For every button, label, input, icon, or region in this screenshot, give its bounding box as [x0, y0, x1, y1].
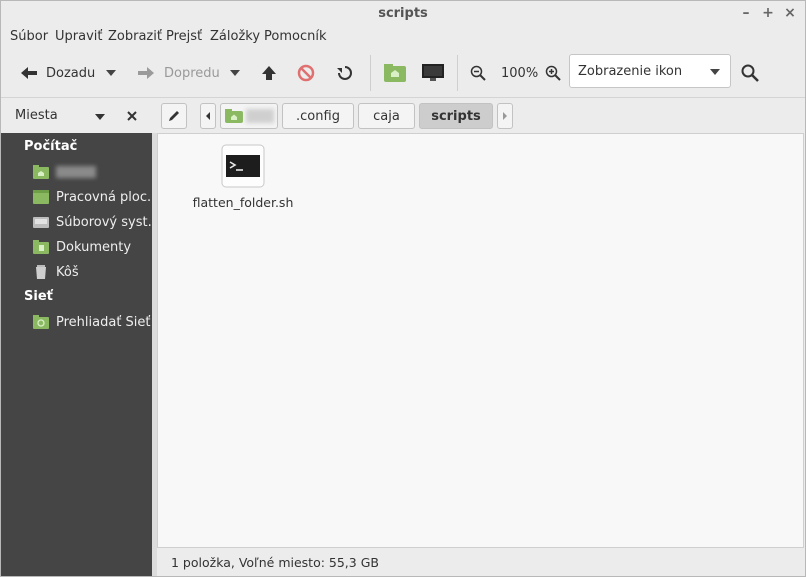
back-arrow-icon	[21, 67, 37, 79]
zoom-out-icon	[470, 65, 486, 81]
computer-button[interactable]	[421, 49, 445, 97]
zoom-out-button[interactable]	[470, 49, 486, 97]
sidebar-item-label: Dokumenty	[56, 239, 132, 255]
title-bar[interactable]: scripts – + ×	[1, 1, 805, 27]
status-text: 1 položka, Voľné miesto: 55,3 GB	[171, 555, 379, 570]
menu-bookmarks[interactable]: Záložky	[210, 29, 260, 44]
reload-button[interactable]	[336, 49, 354, 97]
chevron-down-icon	[710, 69, 720, 75]
view-mode-value: Zobrazenie ikon	[578, 64, 683, 79]
forward-arrow-icon	[138, 67, 154, 79]
menu-help[interactable]: Pomocník	[264, 29, 326, 44]
trash-icon	[36, 265, 46, 279]
home-folder-icon	[225, 109, 243, 123]
sidebar-item-trash[interactable]: Kôš	[33, 262, 151, 282]
back-button[interactable]: Dozadu	[19, 49, 95, 97]
up-button[interactable]	[261, 49, 277, 97]
back-label: Dozadu	[46, 65, 96, 81]
stop-icon	[297, 64, 315, 82]
sidebar-section-computer: Počítač	[24, 139, 78, 154]
toolbar: Dozadu Dopredu 100% Zobrazenie ikon	[1, 49, 805, 97]
home-folder-icon	[384, 64, 406, 82]
sidebar-item-label: Súborový syst...	[56, 214, 151, 230]
close-icon[interactable]: ×	[781, 4, 799, 22]
file-manager-window: scripts – + × Súbor Upraviť Zobraziť Pre…	[0, 0, 806, 577]
sidebar-item-label: Prehliadať Sieť	[56, 314, 151, 330]
window-title: scripts	[378, 6, 428, 21]
crumb-scripts[interactable]: scripts	[419, 103, 493, 129]
zoom-in-button[interactable]	[545, 49, 561, 97]
menu-edit[interactable]: Upraviť	[55, 29, 102, 44]
crumb-caja[interactable]: caja	[358, 103, 415, 129]
search-button[interactable]	[741, 49, 759, 97]
zoom-in-icon	[545, 65, 561, 81]
minimize-icon[interactable]: –	[737, 4, 755, 22]
sidebar-item-label: Pracovná ploc...	[56, 189, 151, 205]
reload-icon	[337, 66, 352, 80]
zoom-label: 100%	[501, 65, 539, 81]
toggle-location-entry-button[interactable]	[161, 103, 187, 129]
close-sidebar-icon[interactable]	[126, 110, 138, 122]
chevron-down-icon[interactable]	[94, 113, 106, 121]
file-name: flatten_folder.sh	[192, 195, 294, 210]
menu-view[interactable]: Zobraziť	[108, 29, 162, 44]
terminal-script-icon	[221, 144, 265, 188]
search-icon	[741, 64, 759, 82]
sidebar-item-filesystem[interactable]: Súborový syst...	[33, 212, 151, 232]
home-folder-icon	[33, 165, 49, 179]
places-sidebar: Počítač Pracovná ploc... Súborový syst..…	[1, 133, 152, 576]
toolbar-separator	[457, 55, 458, 91]
chevron-left-icon	[206, 112, 210, 120]
chevron-down-icon	[230, 70, 240, 76]
chevron-right-icon	[503, 112, 507, 120]
sidebar-item-documents[interactable]: Dokumenty	[33, 237, 151, 257]
toolbar-separator	[370, 55, 371, 91]
sidebar-item-browse-network[interactable]: Prehliadať Sieť	[33, 312, 151, 332]
menu-go[interactable]: Prejsť	[166, 29, 202, 44]
crumb-home[interactable]	[220, 103, 278, 129]
back-history-dropdown[interactable]	[105, 49, 117, 97]
path-scroll-right-button[interactable]	[497, 103, 513, 129]
menu-file[interactable]: Súbor	[10, 29, 48, 44]
forward-history-dropdown[interactable]	[229, 49, 241, 97]
redacted-username	[246, 109, 274, 123]
stop-button[interactable]	[297, 49, 315, 97]
chevron-down-icon	[106, 70, 116, 76]
pencil-icon	[169, 111, 179, 121]
maximize-icon[interactable]: +	[759, 4, 777, 22]
sidebar-section-network: Sieť	[24, 289, 53, 304]
up-arrow-icon	[262, 66, 276, 80]
file-view[interactable]: flatten_folder.sh	[157, 133, 804, 548]
view-mode-select[interactable]: Zobrazenie ikon	[569, 54, 731, 88]
documents-folder-icon	[33, 240, 49, 254]
side-pane-selector[interactable]: Miesta	[15, 108, 58, 123]
home-button[interactable]	[383, 49, 407, 97]
sidebar-item-label: Kôš	[56, 264, 79, 280]
filesystem-icon	[33, 217, 49, 228]
sidebar-item-desktop[interactable]: Pracovná ploc...	[33, 187, 151, 207]
zoom-level[interactable]: 100%	[501, 49, 538, 97]
desktop-folder-icon	[33, 190, 49, 204]
status-bar: 1 položka, Voľné miesto: 55,3 GB	[157, 548, 804, 576]
redacted-username	[56, 166, 96, 178]
sidebar-item-home[interactable]	[33, 162, 151, 182]
forward-label: Dopredu	[164, 65, 220, 81]
forward-button[interactable]: Dopredu	[136, 49, 220, 97]
crumb-config[interactable]: .config	[282, 103, 354, 129]
menu-bar: Súbor Upraviť Zobraziť Prejsť Záložky Po…	[1, 27, 805, 49]
location-bar: Miesta .config caja scripts	[1, 97, 805, 133]
monitor-icon	[422, 64, 444, 81]
file-item[interactable]: flatten_folder.sh	[188, 144, 298, 210]
path-scroll-left-button[interactable]	[200, 103, 216, 129]
network-folder-icon	[33, 315, 49, 329]
